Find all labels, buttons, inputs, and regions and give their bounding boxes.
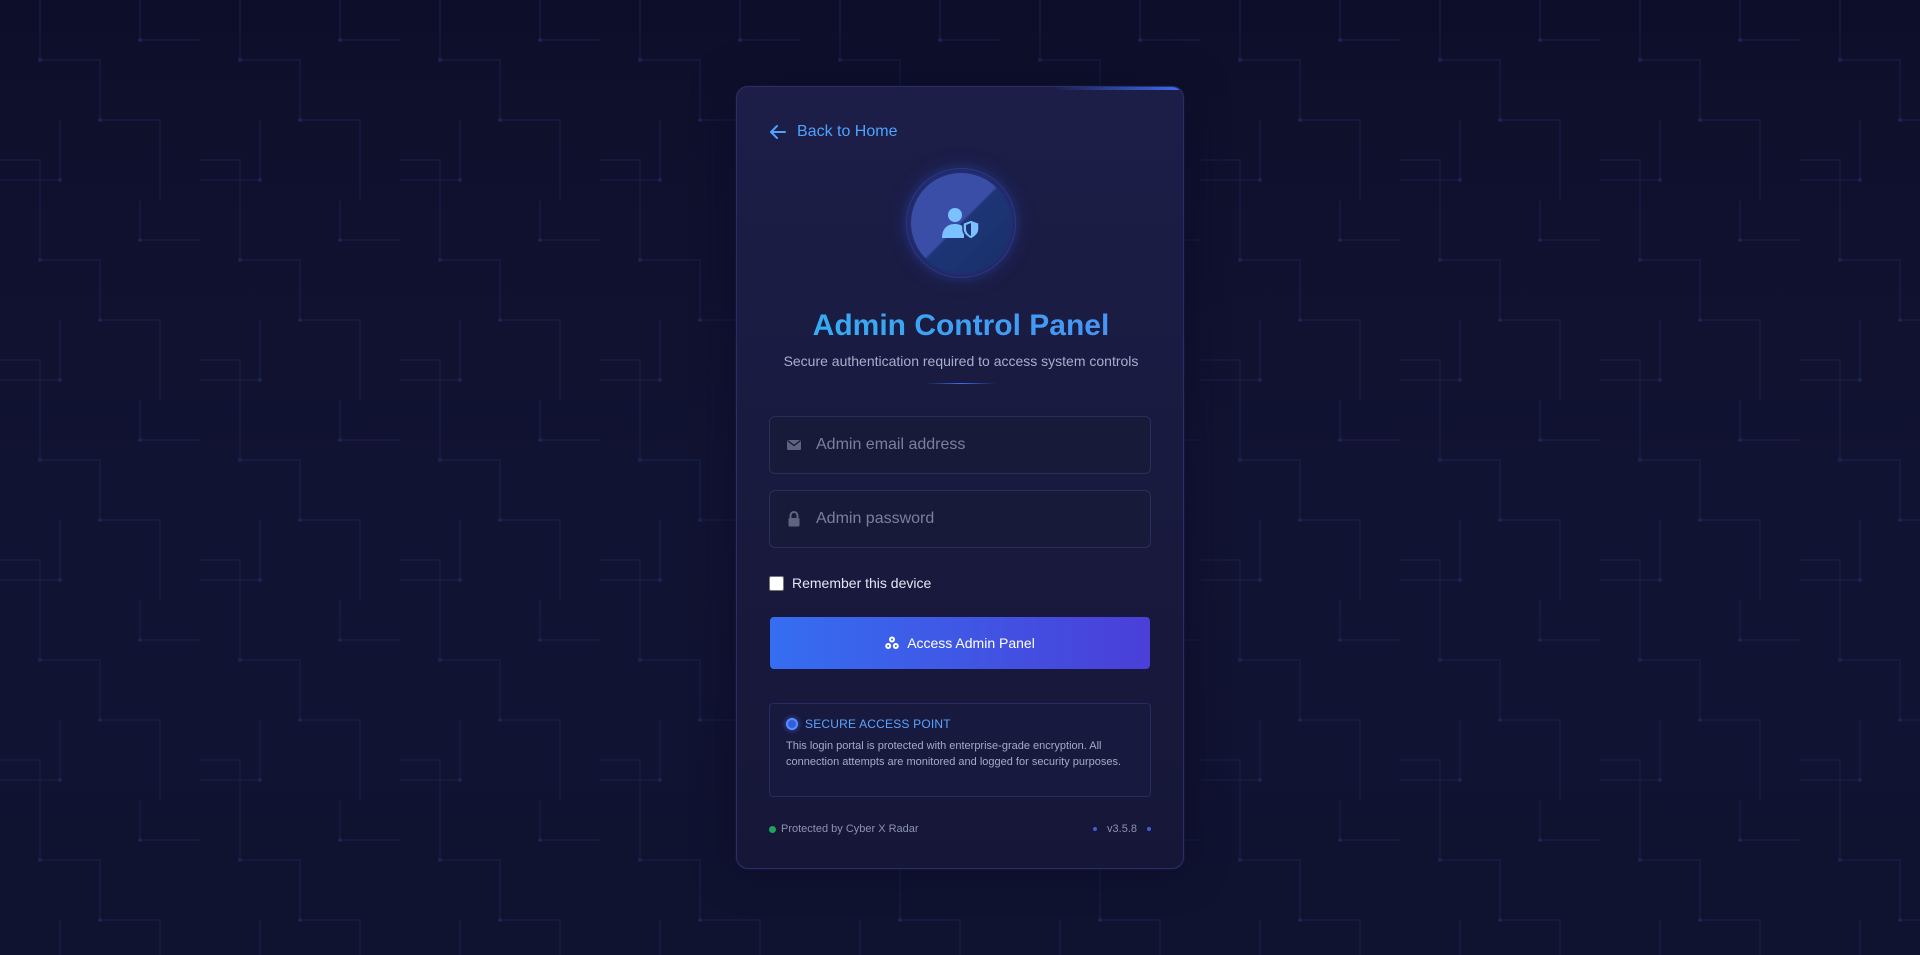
access-admin-panel-label: Access Admin Panel: [907, 635, 1035, 651]
envelope-icon: [787, 439, 801, 450]
secure-access-notice: SECURE ACCESS POINT This login portal is…: [769, 703, 1151, 797]
version-text: v3.5.8: [1107, 823, 1137, 835]
logo-glow: [900, 162, 1022, 284]
title-divider: [926, 383, 996, 384]
notice-text: This login portal is protected with ente…: [786, 740, 1122, 768]
secure-indicator-icon: [786, 718, 798, 730]
card-top-glow: [1053, 87, 1183, 90]
dot-icon: [1093, 827, 1098, 831]
password-field: [769, 490, 1151, 548]
protected-by-text: Protected by Cyber X Radar: [781, 823, 919, 835]
arrow-left-icon: [770, 125, 786, 139]
remember-device-label: Remember this device: [792, 575, 932, 591]
page-subtitle: Secure authentication required to access…: [783, 353, 1139, 369]
back-to-home-label: Back to Home: [797, 123, 898, 140]
status-online-icon: [769, 825, 776, 833]
access-admin-panel-button[interactable]: Access Admin Panel: [770, 617, 1150, 669]
admin-shield-user-icon: [942, 208, 980, 240]
remember-device-checkbox[interactable]: [769, 575, 784, 591]
dot-icon: [1147, 827, 1151, 831]
email-field: [769, 416, 1151, 474]
login-card: Back to Home Admin Control Panel Secure …: [736, 86, 1184, 869]
back-to-home-link[interactable]: Back to Home: [769, 122, 897, 142]
footer-version: v3.5.8: [1093, 823, 1151, 835]
notice-title: SECURE ACCESS POINT: [805, 717, 951, 731]
page-title: Admin Control Panel: [737, 309, 1183, 343]
password-input[interactable]: [816, 491, 1150, 547]
users-cog-icon: [885, 636, 899, 649]
lock-icon: [788, 511, 800, 527]
email-input[interactable]: [816, 417, 1150, 473]
remember-device-option[interactable]: Remember this device: [769, 574, 931, 592]
notice-header: SECURE ACCESS POINT: [786, 717, 951, 731]
admin-logo: [911, 173, 1011, 273]
footer-protection: Protected by Cyber X Radar: [769, 823, 919, 835]
